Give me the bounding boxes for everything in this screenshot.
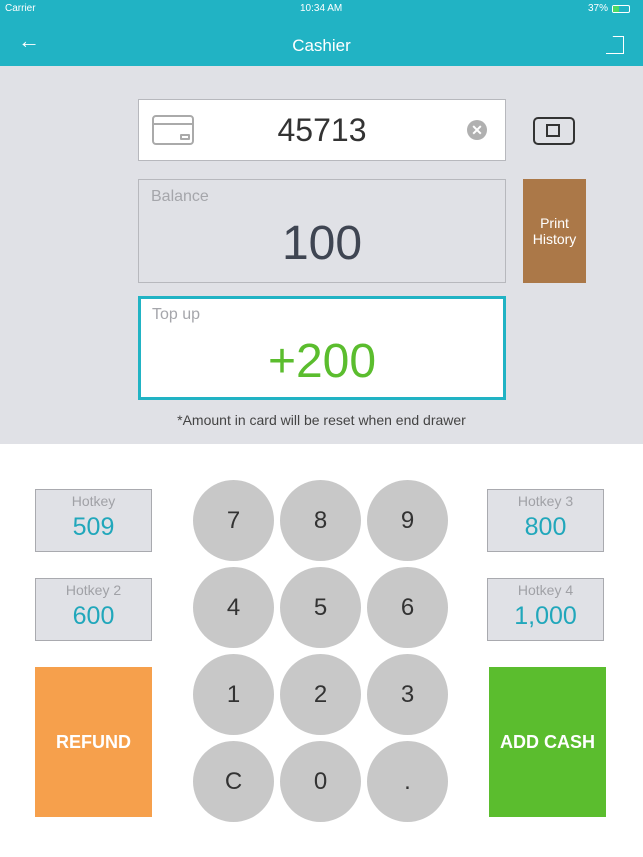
hotkey-4-button[interactable]: Hotkey 4 1,000: [487, 578, 604, 641]
key-2[interactable]: 2: [280, 654, 361, 735]
key-1[interactable]: 1: [193, 654, 274, 735]
hotkey-value: 509: [72, 513, 115, 541]
time: 10:34 AM: [300, 3, 343, 14]
balance-value: 100: [281, 217, 363, 270]
topup-label: Top up: [152, 306, 201, 323]
hotkey-value: 1,000: [514, 602, 577, 630]
key-c[interactable]: C: [193, 741, 274, 822]
hotkey-value: 600: [72, 602, 115, 630]
topup-value: +200: [267, 335, 377, 388]
hotkey-2-button[interactable]: Hotkey 2 600: [35, 578, 152, 641]
battery-icon: [612, 5, 630, 13]
card-number: 45713: [277, 112, 367, 148]
card-number-field[interactable]: 45713 ✕: [138, 99, 506, 161]
add-cash-button[interactable]: ADD CASH: [489, 667, 606, 817]
carrier: Carrier: [5, 3, 36, 14]
topup-field[interactable]: Top up +200: [138, 296, 506, 400]
key-dot[interactable]: .: [367, 741, 448, 822]
reset-note: *Amount in card will be reset when end d…: [177, 412, 466, 428]
clear-icon[interactable]: ✕: [467, 120, 487, 140]
key-0[interactable]: 0: [280, 741, 361, 822]
hotkey-value: 800: [524, 513, 567, 541]
key-4[interactable]: 4: [193, 567, 274, 648]
balance-label: Balance: [151, 188, 209, 205]
page-title: Cashier: [292, 36, 351, 55]
hotkey-label: Hotkey: [71, 493, 116, 509]
nav-bar: ← Cashier: [0, 18, 643, 66]
key-6[interactable]: 6: [367, 567, 448, 648]
key-8[interactable]: 8: [280, 480, 361, 561]
hotkey-label: Hotkey 3: [517, 493, 574, 509]
camera-scan-icon[interactable]: [533, 117, 575, 145]
print-history-button[interactable]: Print History: [523, 179, 586, 283]
key-9[interactable]: 9: [367, 480, 448, 561]
hotkey-label: Hotkey 2: [65, 582, 122, 598]
hotkey-1-button[interactable]: Hotkey 509: [35, 489, 152, 552]
refund-button[interactable]: REFUND: [35, 667, 152, 817]
key-7[interactable]: 7: [193, 480, 274, 561]
balance-field: Balance 100: [138, 179, 506, 283]
hotkey-label: Hotkey 4: [517, 582, 574, 598]
battery-percent: 37%: [588, 3, 609, 14]
key-3[interactable]: 3: [367, 654, 448, 735]
status-bar: Carrier 10:34 AM 37%: [0, 0, 643, 18]
key-5[interactable]: 5: [280, 567, 361, 648]
hotkey-3-button[interactable]: Hotkey 3 800: [487, 489, 604, 552]
